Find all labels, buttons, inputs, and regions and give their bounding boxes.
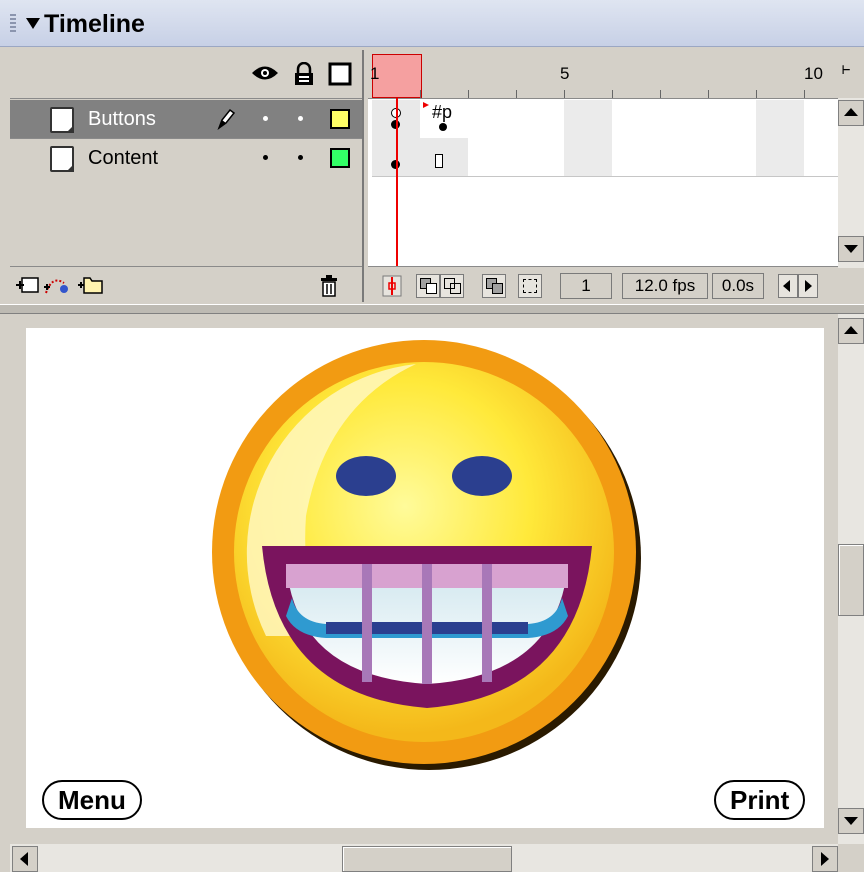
ruler-label-5: 5	[560, 64, 570, 83]
lock-dot[interactable]	[298, 155, 303, 160]
edit-multiple-frames-icon[interactable]	[482, 274, 506, 298]
frames-panel: 1 5 10 #p 1 12.0 fps 0.0s	[368, 50, 853, 303]
panel-title: Timeline	[44, 10, 145, 38]
layer-name-buttons: Buttons	[88, 108, 156, 130]
timeline-vertical-scrollbar[interactable]	[838, 98, 864, 268]
layer-panel: Buttons Content	[10, 50, 364, 303]
panel-divider[interactable]	[0, 304, 864, 314]
collapse-triangle-icon[interactable]	[26, 18, 40, 29]
layer-color-swatch[interactable]	[330, 148, 350, 168]
scroll-left-arrow-icon[interactable]	[12, 846, 38, 872]
frame-label: #p	[432, 102, 453, 122]
layer-header	[10, 50, 362, 99]
stage-vertical-scrollbar[interactable]	[838, 314, 864, 844]
keyframe-dot	[439, 123, 447, 131]
scroll-up-arrow-icon[interactable]	[838, 318, 864, 344]
stage-horizontal-scrollbar[interactable]	[10, 844, 838, 872]
scroll-right-arrow-icon[interactable]	[798, 274, 818, 298]
motion-guide-icon[interactable]	[42, 273, 72, 297]
pencil-icon	[217, 108, 236, 130]
scroll-right-arrow-icon[interactable]	[812, 846, 838, 872]
eye-icon[interactable]	[250, 62, 280, 84]
playhead[interactable]	[372, 54, 422, 98]
end-frame-marker	[435, 154, 443, 168]
layer-row-content[interactable]: Content	[10, 139, 362, 178]
menu-button[interactable]: Menu	[42, 780, 142, 820]
onion-skin-outlines-icon[interactable]	[440, 274, 464, 298]
frame-grid[interactable]: #p	[368, 98, 853, 177]
layer-color-swatch[interactable]	[330, 109, 350, 129]
panel-grip[interactable]	[10, 14, 16, 32]
scroll-up-arrow-icon[interactable]	[838, 100, 864, 126]
layer-icon	[50, 107, 74, 133]
stage-canvas[interactable]: Menu Print	[26, 328, 824, 828]
scroll-left-arrow-icon[interactable]	[778, 274, 798, 298]
frame-rate-field[interactable]: 12.0 fps	[622, 273, 708, 299]
ruler-label-1: 1	[370, 64, 380, 83]
lock-icon[interactable]	[293, 62, 315, 86]
current-frame-field: 1	[560, 273, 612, 299]
frames-status-bar: 1 12.0 fps 0.0s	[368, 266, 838, 303]
center-frame-icon[interactable]	[382, 275, 402, 297]
layer-name-content: Content	[88, 147, 159, 169]
stage-area: Menu Print	[10, 314, 838, 844]
layer-footer-toolbar	[10, 266, 362, 303]
visibility-dot[interactable]	[263, 155, 268, 160]
playhead-line	[396, 98, 398, 266]
trash-icon[interactable]	[318, 274, 340, 298]
modify-onion-markers-icon[interactable]	[518, 274, 542, 298]
horizontal-scroll-thumb[interactable]	[342, 846, 512, 872]
onion-skin-icon[interactable]	[416, 274, 440, 298]
lock-dot[interactable]	[298, 116, 303, 121]
outline-icon[interactable]	[328, 62, 352, 86]
scroll-down-arrow-icon[interactable]	[838, 236, 864, 262]
scroll-down-arrow-icon[interactable]	[838, 808, 864, 834]
layer-icon	[50, 146, 74, 172]
layer-list-empty-area	[10, 176, 362, 266]
vertical-scroll-thumb[interactable]	[838, 544, 864, 616]
timeline-title-bar[interactable]: Timeline	[0, 0, 864, 47]
keyframe-content-span[interactable]	[372, 138, 469, 177]
elapsed-time-field: 0.0s	[712, 273, 764, 299]
layer-row-buttons[interactable]: Buttons	[10, 100, 362, 139]
frame-ruler[interactable]: 1 5 10	[368, 50, 838, 99]
grinning-smiley-graphic[interactable]	[206, 336, 646, 776]
scroll-corner	[838, 844, 864, 872]
ruler-label-10: 10	[804, 64, 823, 83]
insert-layer-icon[interactable]	[14, 275, 40, 295]
add-folder-icon[interactable]	[76, 273, 104, 295]
visibility-dot[interactable]	[263, 116, 268, 121]
timeline-options-icon[interactable]: ⊢	[842, 62, 850, 78]
print-button[interactable]: Print	[714, 780, 806, 820]
